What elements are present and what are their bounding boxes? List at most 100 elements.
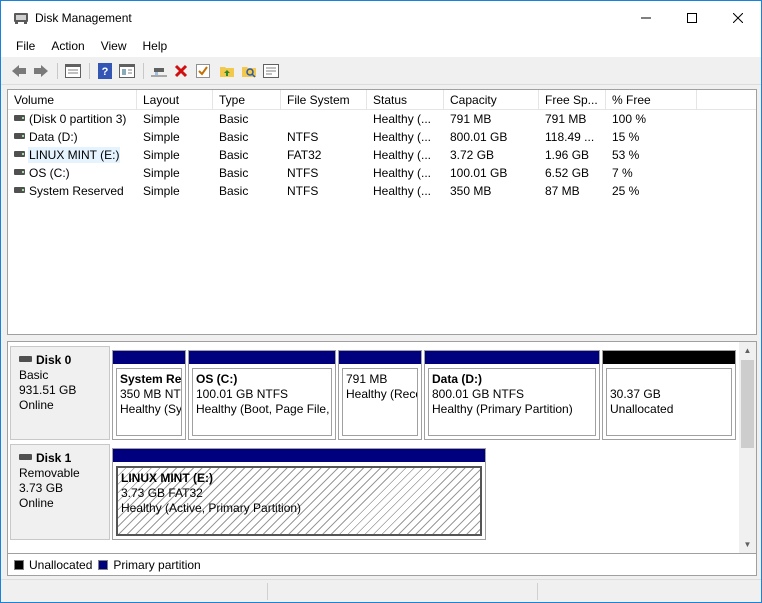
close-button[interactable]	[715, 1, 761, 35]
disk-state: Online	[19, 398, 54, 412]
properties-button[interactable]	[117, 61, 137, 81]
column-header-percent-free[interactable]: % Free	[606, 90, 697, 110]
partition-name: OS (C:)	[196, 372, 238, 386]
help-icon: ?	[98, 63, 112, 79]
column-header-free-space[interactable]: Free Sp...	[539, 90, 606, 110]
volume-cell: Data (D:)	[8, 128, 137, 146]
type-cell: Basic	[219, 148, 249, 162]
partition-size: 350 MB NTI	[120, 387, 182, 401]
partition-status: Unallocated	[610, 402, 674, 416]
disk-view-scrollbar[interactable]: ▲ ▼	[739, 342, 756, 553]
primary-partition-bar	[339, 351, 421, 364]
status-bar-divider	[537, 583, 538, 600]
search-folder-button[interactable]	[239, 61, 259, 81]
file-system-cell: NTFS	[287, 130, 319, 144]
type-cell: Basic	[219, 112, 249, 126]
percent-free-cell: 25 %	[612, 184, 640, 198]
table-row[interactable]: OS (C:) Simple Basic NTFS Healthy (... 1…	[8, 164, 756, 182]
connect-icon	[151, 68, 167, 77]
connect-button[interactable]	[149, 61, 169, 81]
column-header-type[interactable]: Type	[213, 90, 281, 110]
column-header-capacity[interactable]: Capacity	[444, 90, 539, 110]
scroll-down-arrow-icon[interactable]: ▼	[739, 536, 756, 553]
type-cell: Basic	[219, 184, 249, 198]
status-bar	[1, 579, 761, 602]
volume-list[interactable]: Volume Layout Type File System Status Ca…	[7, 89, 757, 335]
forward-arrow-icon	[34, 65, 48, 77]
layout-cell: Simple	[143, 130, 180, 144]
check-icon	[196, 64, 210, 78]
partition-system-reserved[interactable]: System Re 350 MB NTI Healthy (Sy	[112, 350, 186, 440]
partition-size: 3.73 GB FAT32	[121, 486, 203, 500]
column-header-file-system[interactable]: File System	[281, 90, 367, 110]
scroll-up-arrow-icon[interactable]: ▲	[739, 342, 756, 359]
partition-data-d[interactable]: Data (D:) 800.01 GB NTFS Healthy (Primar…	[424, 350, 600, 440]
partition-name: Data (D:)	[432, 372, 482, 386]
column-header-layout[interactable]: Layout	[137, 90, 213, 110]
minimize-button[interactable]	[623, 1, 669, 35]
show-hide-console-button[interactable]	[63, 61, 83, 81]
menu-action[interactable]: Action	[43, 39, 92, 53]
search-folder-icon	[242, 67, 256, 78]
scrollbar-thumb[interactable]	[741, 360, 754, 448]
table-row[interactable]: LINUX MINT (E:) Simple Basic FAT32 Healt…	[8, 146, 756, 164]
disk-1-label[interactable]: Disk 1 Removable 3.73 GB Online	[10, 444, 110, 540]
table-row[interactable]: System Reserved Simple Basic NTFS Health…	[8, 182, 756, 200]
partition-linux-mint-e[interactable]: LINUX MINT (E:) 3.73 GB FAT32 Healthy (A…	[112, 448, 486, 540]
partition-os-c[interactable]: OS (C:) 100.01 GB NTFS Healthy (Boot, Pa…	[188, 350, 336, 440]
help-button[interactable]: ?	[95, 61, 115, 81]
primary-partition-bar	[113, 351, 185, 364]
column-header-status[interactable]: Status	[367, 90, 444, 110]
layout-cell: Simple	[143, 166, 180, 180]
folder-up-icon	[220, 67, 234, 77]
disk-management-window: Disk Management File Action View Help ?	[0, 0, 762, 603]
toolbar-separator	[143, 63, 144, 79]
table-row[interactable]: (Disk 0 partition 3) Simple Basic Health…	[8, 110, 756, 128]
unallocated-swatch	[14, 559, 24, 570]
forward-button[interactable]	[31, 61, 51, 81]
properties-icon	[119, 64, 135, 78]
partition-recovery[interactable]: 791 MB Healthy (Reco	[338, 350, 422, 440]
volume-icon	[14, 151, 25, 157]
menu-file[interactable]: File	[8, 39, 43, 53]
unallocated-bar	[603, 351, 735, 364]
percent-free-cell: 53 %	[612, 148, 640, 162]
disk-icon	[19, 454, 32, 460]
delete-button[interactable]	[171, 61, 191, 81]
partition-unallocated[interactable]: 30.37 GB Unallocated	[602, 350, 736, 440]
column-header-volume[interactable]: Volume	[8, 90, 137, 110]
back-arrow-icon	[12, 65, 26, 77]
volume-cell: OS (C:)	[8, 164, 137, 182]
maximize-button[interactable]	[669, 1, 715, 35]
free-space-cell: 6.52 GB	[545, 166, 590, 180]
disk-state: Online	[19, 496, 54, 510]
disk-kind: Removable	[19, 466, 80, 480]
file-system-cell: NTFS	[287, 184, 319, 198]
console-icon	[263, 64, 279, 78]
partition-size: 791 MB	[346, 372, 388, 386]
volume-cell: (Disk 0 partition 3)	[8, 110, 137, 128]
partition-name: System Re	[120, 372, 182, 386]
partition-status: Healthy (Active, Primary Partition)	[121, 501, 302, 515]
console-button[interactable]	[261, 61, 281, 81]
type-cell: Basic	[219, 166, 249, 180]
table-row[interactable]: Data (D:) Simple Basic NTFS Healthy (...…	[8, 128, 756, 146]
volume-list-header: Volume Layout Type File System Status Ca…	[8, 90, 756, 110]
close-icon	[733, 13, 743, 23]
menu-view[interactable]: View	[93, 39, 135, 53]
disk-size: 3.73 GB	[19, 481, 64, 495]
disk-0-label[interactable]: Disk 0 Basic 931.51 GB Online	[10, 346, 110, 440]
volume-icon	[14, 115, 25, 121]
legend: Unallocated Primary partition	[7, 554, 757, 576]
check-button[interactable]	[193, 61, 213, 81]
folder-up-button[interactable]	[217, 61, 237, 81]
percent-free-cell: 100 %	[612, 112, 647, 126]
disk-name: Disk 1	[36, 451, 72, 465]
toolbar-separator	[89, 63, 90, 79]
disk-kind: Basic	[19, 368, 49, 382]
toolbar-separator	[57, 63, 58, 79]
partition-status: Healthy (Reco	[346, 387, 418, 401]
back-button[interactable]	[9, 61, 29, 81]
free-space-cell: 87 MB	[545, 184, 580, 198]
menu-help[interactable]: Help	[135, 39, 176, 53]
